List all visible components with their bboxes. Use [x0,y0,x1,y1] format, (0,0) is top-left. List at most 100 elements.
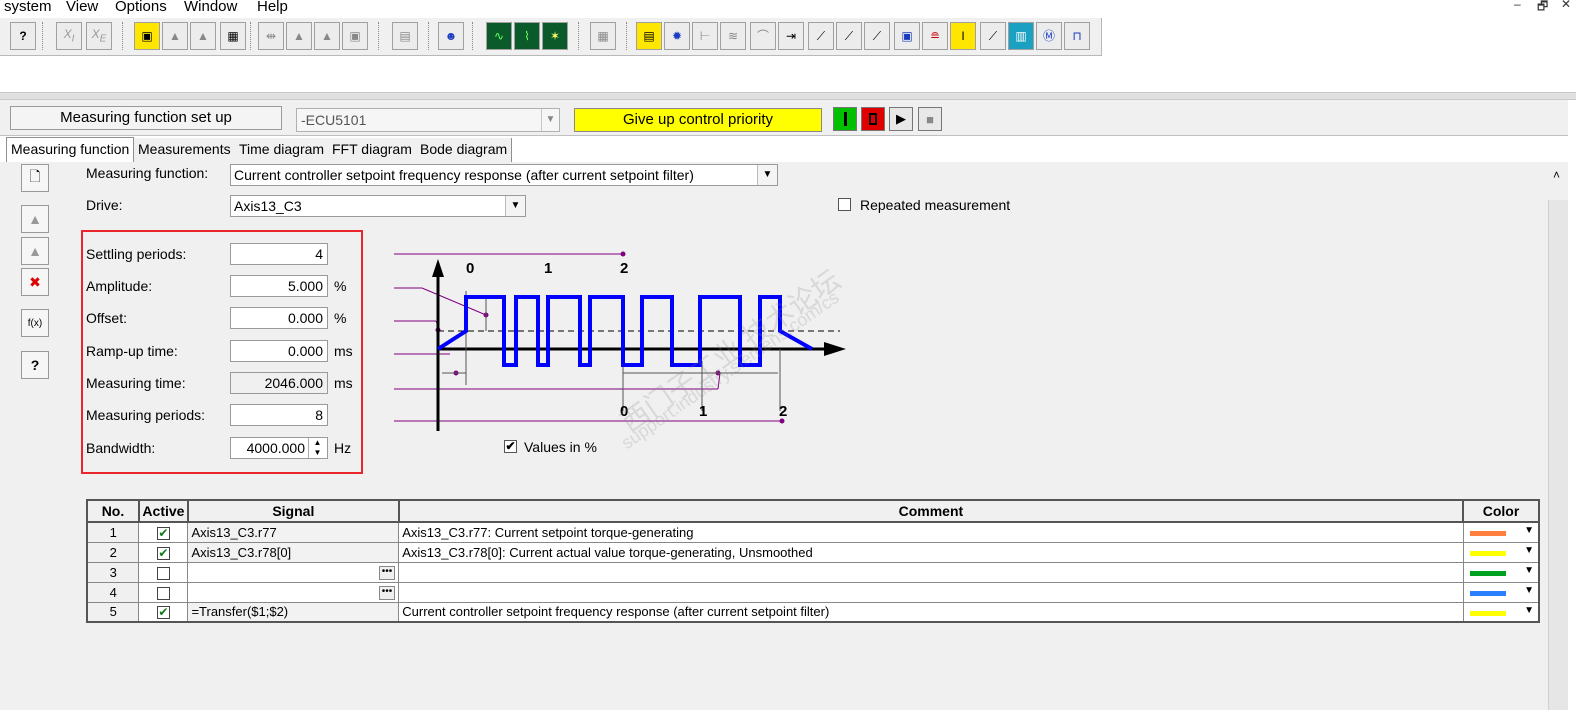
ecu-select[interactable]: -ECU5101 ▼ [296,108,560,132]
menu-options[interactable]: Options [115,0,167,15]
upload-function-icon[interactable]: ▲ [21,205,49,233]
speed-controller-icon[interactable]: ⟋ [808,22,834,50]
new-document-icon[interactable]: 🗋 [21,164,49,192]
values-in-percent-checkbox[interactable]: ✔ [504,440,517,453]
current-limit-icon[interactable]: I [950,22,976,50]
tab-fft-diagram[interactable]: FFT diagram [328,138,417,162]
active-checkbox[interactable] [156,566,170,580]
table-row[interactable]: 5 ✔ =Transfer($1;$2) Current controller … [86,601,1540,623]
color-select[interactable]: ▼ [1462,601,1540,623]
pulse-icon[interactable]: ⊓ [1064,22,1090,50]
start-icon[interactable] [833,107,857,131]
restore-factory-icon[interactable]: ▤ [392,22,418,50]
signal-cell[interactable]: Axis13_C3.r77 [187,521,400,543]
active-checkbox[interactable]: ✔ [156,606,170,620]
function-icon[interactable]: f(x) [21,309,49,337]
oscilloscope-icon[interactable]: ✶ [542,22,568,50]
repeated-measurement-checkbox[interactable] [838,198,851,211]
stop-icon[interactable] [861,107,885,131]
rampup-time-input[interactable]: 0.000 [230,340,328,362]
signal-cell[interactable]: ••• [187,581,400,603]
menu-window[interactable]: Window [184,0,237,15]
signal-cell[interactable]: Axis13_C3.r78[0] [187,541,400,563]
stop-measurement-icon[interactable]: ■ [918,107,942,131]
compare-icon[interactable]: ▦ [220,22,246,50]
toolbar-separator [250,22,252,50]
table-row[interactable]: 3 ••• ▼ [86,561,1540,583]
color-select[interactable]: ▼ [1462,561,1540,583]
color-select[interactable]: ▼ [1462,581,1540,603]
expert-list-icon[interactable]: ▤ [636,22,662,50]
tab-measurements[interactable]: Measurements [134,138,236,162]
limit-icon[interactable]: ≘ [922,22,948,50]
load-pg-icon[interactable]: ▲ [314,22,340,50]
diagram-icon[interactable]: ⟋ [980,22,1006,50]
color-select[interactable]: ▼ [1462,541,1540,563]
motor-icon[interactable]: Ⓜ [1036,22,1062,50]
offset-input[interactable]: 0.000 [230,307,328,329]
table-row[interactable]: 4 ••• ▼ [86,581,1540,603]
download-icon[interactable]: ▲ [162,22,188,50]
measuring-function-select[interactable]: Current controller setpoint frequency re… [230,164,778,186]
comment-cell[interactable]: Axis13_C3.r78[0]: Current actual value t… [398,541,1464,563]
scroll-up-icon[interactable]: ˄ [1553,168,1560,182]
control-icon[interactable]: ⊢ [692,22,718,50]
run-measurement-icon[interactable]: ▶ [889,107,913,131]
bandwidth-spinner[interactable]: ▲ ▼ [308,438,326,458]
menu-system[interactable]: system [4,0,52,15]
browse-signal-button[interactable]: ••• [378,566,396,580]
comment-cell[interactable] [398,581,1464,603]
network-online-icon[interactable]: ▣ [134,22,160,50]
configure-icon[interactable]: ▦ [590,22,616,50]
encoder-icon[interactable]: ▥ [1008,22,1034,50]
table-row[interactable]: 2 ✔ Axis13_C3.r78[0] Axis13_C3.r78[0]: C… [86,541,1540,563]
copy-ram-icon[interactable]: ▣ [342,22,368,50]
scrollbar-thumb[interactable] [1548,200,1568,710]
tab-measuring-function[interactable]: Measuring function [6,137,135,163]
give-up-control-button[interactable]: Give up control priority [574,108,822,132]
connect-icon[interactable]: ⇹ [258,22,284,50]
settling-periods-input[interactable]: 4 [230,243,328,265]
active-checkbox[interactable] [156,586,170,600]
help-icon[interactable]: ? [21,351,49,379]
rampup-time-unit: ms [334,343,353,359]
current-controller-icon[interactable]: ⟋ [864,22,890,50]
delete-icon[interactable]: ✖ [21,268,49,296]
signal-cell[interactable]: =Transfer($1;$2) [187,601,400,623]
menu-view[interactable]: View [66,0,98,15]
measuring-icon[interactable]: ⌇ [514,22,540,50]
minimize-icon[interactable]: – [1514,0,1521,11]
setpoint-icon[interactable]: ⇥ [778,22,804,50]
trace-icon[interactable]: ∿ [486,22,512,50]
table-row[interactable]: 1 ✔ Axis13_C3.r77 Axis13_C3.r77: Current… [86,521,1540,543]
tab-bode-diagram[interactable]: Bode diagram [416,138,513,162]
signal-cell[interactable]: ••• [187,561,400,583]
active-checkbox[interactable]: ✔ [156,546,170,560]
comment-cell[interactable] [398,561,1464,583]
comment-cell[interactable]: Current controller setpoint frequency re… [398,601,1464,623]
filter-icon[interactable]: ≋ [720,22,746,50]
comment-cell[interactable]: Axis13_C3.r77: Current setpoint torque-g… [398,521,1464,543]
download-function-icon[interactable]: ▲ [21,237,49,265]
users-icon[interactable]: ☻ [438,22,464,50]
modulator-icon[interactable]: ▣ [894,22,920,50]
bottom-tick-1: 1 [699,403,707,420]
upload-icon[interactable]: ▲ [190,22,216,50]
tab-time-diagram[interactable]: Time diagram [235,138,330,162]
torque-icon[interactable]: ⟋ [836,22,862,50]
color-select[interactable]: ▼ [1462,521,1540,543]
restore-icon[interactable]: 🗗 [1537,0,1548,18]
browse-signal-button[interactable]: ••• [378,586,396,600]
measuring-periods-input[interactable]: 8 [230,404,328,426]
load-device-icon[interactable]: ▲ [286,22,312,50]
xe-icon[interactable]: XE [86,22,112,50]
help-pointer-icon[interactable]: ? [10,22,36,50]
gear-icon[interactable]: ✹ [664,22,690,50]
drive-select[interactable]: Axis13_C3 ▼ [230,195,526,217]
active-checkbox[interactable]: ✔ [156,526,170,540]
close-icon[interactable]: ✕ [1561,0,1571,11]
xi-icon[interactable]: XI [56,22,82,50]
amplitude-input[interactable]: 5.000 [230,275,328,297]
menu-help[interactable]: Help [257,0,288,15]
ramp-icon[interactable]: ⌒ [750,22,776,50]
